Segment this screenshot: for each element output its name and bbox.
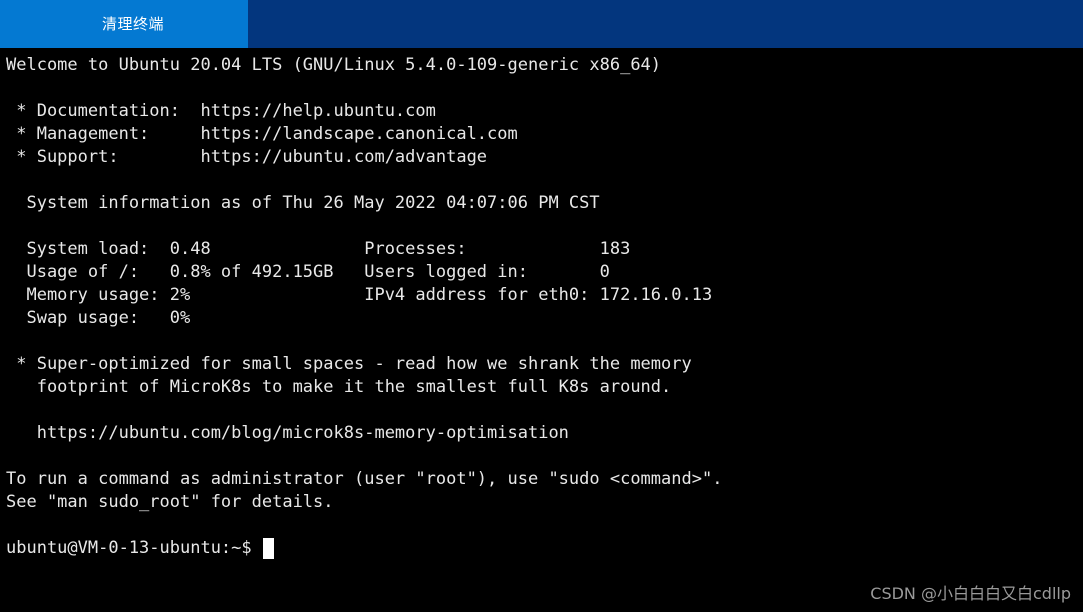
terminal-line: Swap usage: 0% xyxy=(6,308,191,328)
watermark-text: CSDN @小白白白又白cdllp xyxy=(870,584,1071,603)
terminal-line: See "man sudo_root" for details. xyxy=(6,492,334,512)
title-bar-empty-area xyxy=(248,0,1083,48)
shell-prompt: ubuntu@VM-0-13-ubuntu:~$ xyxy=(6,538,252,558)
terminal-line: * Super-optimized for small spaces - rea… xyxy=(6,354,692,374)
terminal-line: System load: 0.48 Processes: 183 xyxy=(6,239,631,259)
terminal-line: To run a command as administrator (user … xyxy=(6,469,723,489)
terminal-line: Usage of /: 0.8% of 492.15GB Users logge… xyxy=(6,262,610,282)
terminal-line: Memory usage: 2% IPv4 address for eth0: … xyxy=(6,285,713,305)
terminal-output-area[interactable]: Welcome to Ubuntu 20.04 LTS (GNU/Linux 5… xyxy=(0,48,1083,612)
terminal-line: https://ubuntu.com/blog/microk8s-memory-… xyxy=(6,423,569,443)
terminal-tab-label: 清理终端 xyxy=(101,14,164,33)
terminal-tab-active[interactable]: 清理终端 xyxy=(0,0,248,48)
terminal-line: System information as of Thu 26 May 2022… xyxy=(6,193,600,213)
terminal-line: * Documentation: https://help.ubuntu.com xyxy=(6,101,436,121)
text-cursor xyxy=(262,538,274,559)
title-bar: 清理终端 xyxy=(0,0,1083,48)
terminal-line: * Support: https://ubuntu.com/advantage xyxy=(6,147,488,167)
terminal-line: * Management: https://landscape.canonica… xyxy=(6,124,518,144)
terminal-line: footprint of MicroK8s to make it the sma… xyxy=(6,377,672,397)
terminal-line: Welcome to Ubuntu 20.04 LTS (GNU/Linux 5… xyxy=(6,55,662,75)
shell-prompt-line[interactable]: ubuntu@VM-0-13-ubuntu:~$ xyxy=(6,537,1083,560)
terminal-window: 清理终端 Welcome to Ubuntu 20.04 LTS (GNU/Li… xyxy=(0,0,1083,612)
